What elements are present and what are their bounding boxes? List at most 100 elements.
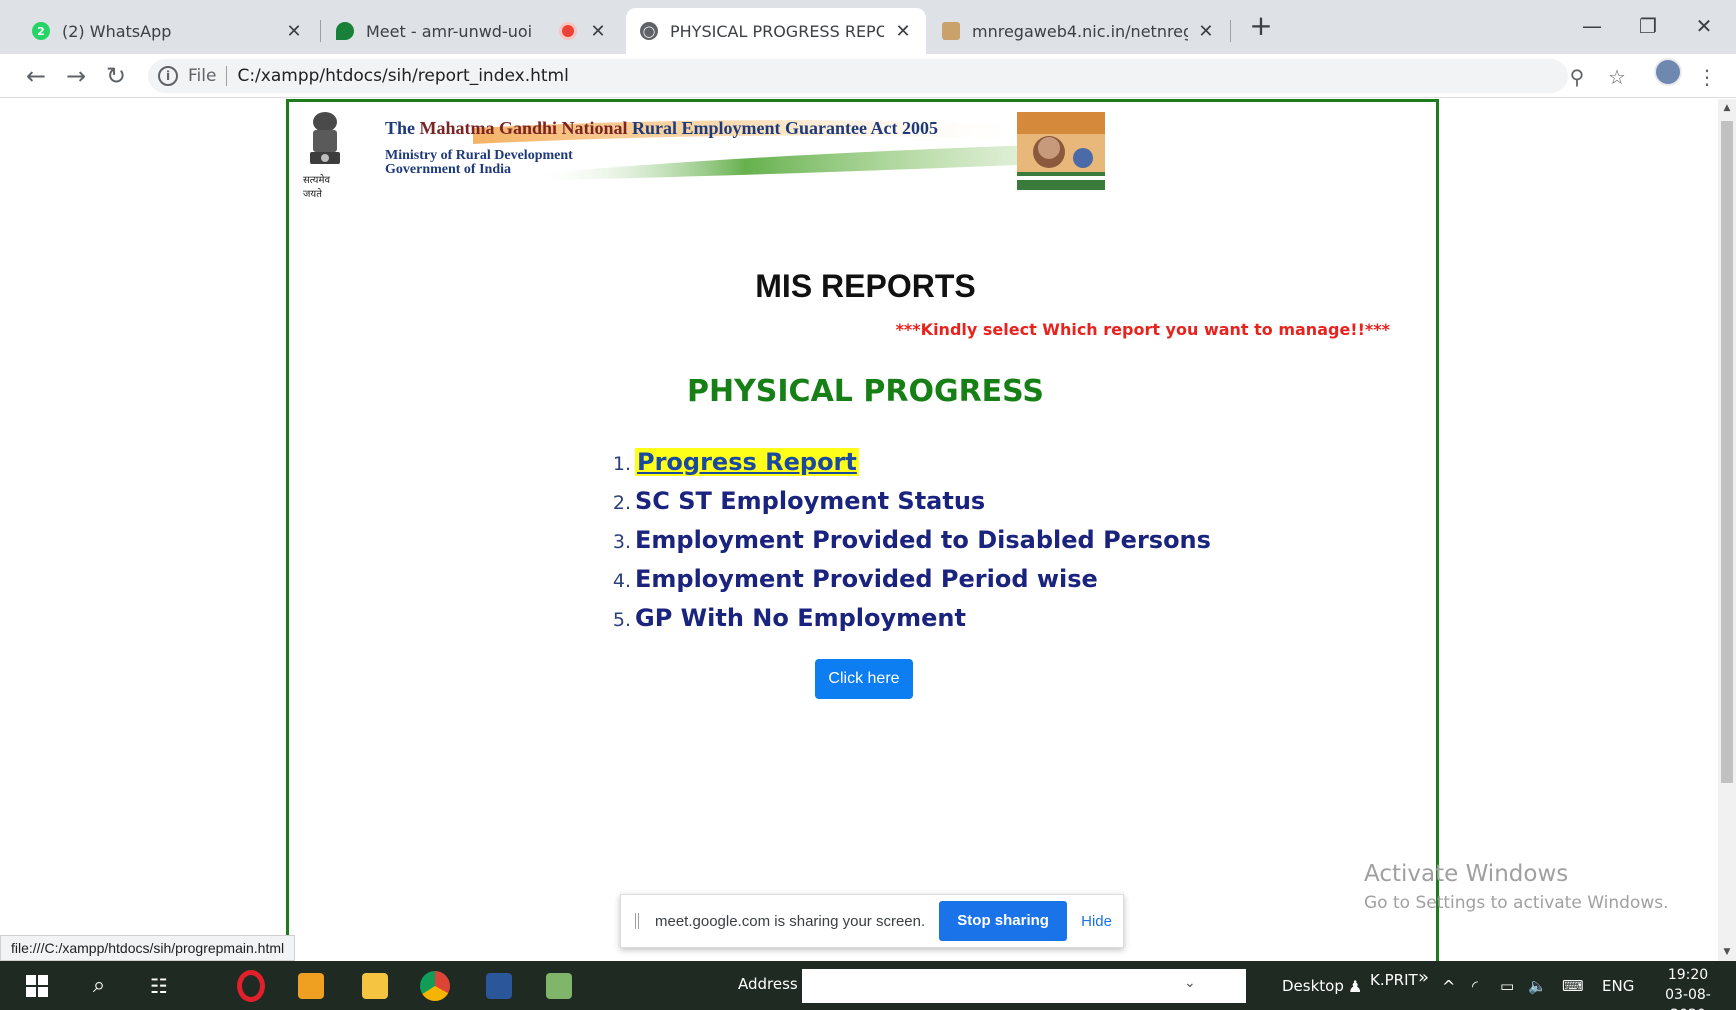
battery-icon[interactable]: ▭ bbox=[1500, 977, 1514, 995]
new-tab-button[interactable]: + bbox=[1246, 12, 1276, 42]
media-player-icon[interactable] bbox=[294, 961, 328, 1010]
taskbar-address-label: Address bbox=[738, 975, 798, 993]
info-icon[interactable]: i bbox=[158, 66, 178, 86]
hide-button[interactable]: Hide bbox=[1081, 913, 1112, 930]
search-icon[interactable]: ⌕ bbox=[84, 961, 114, 1010]
wifi-icon[interactable]: ◜ bbox=[1472, 977, 1478, 995]
user-icon: ♟ bbox=[1348, 977, 1363, 996]
tab-physical-progress[interactable]: ◯ PHYSICAL PROGRESS REPORT ✕ bbox=[626, 8, 926, 54]
click-here-button[interactable]: Click here bbox=[815, 659, 913, 699]
mis-reports-heading: MIS REPORTS bbox=[755, 268, 976, 304]
volume-icon[interactable]: 🔈 bbox=[1528, 977, 1547, 995]
scroll-up-icon[interactable]: ▲ bbox=[1718, 99, 1736, 117]
refresh-icon[interactable]: ↻ bbox=[1222, 972, 1237, 993]
share-message: meet.google.com is sharing your screen. bbox=[655, 912, 926, 930]
emblem-caption: सत्यमेव जयते bbox=[303, 175, 330, 200]
activate-windows-title: Activate Windows bbox=[1364, 861, 1569, 887]
notepad-icon[interactable] bbox=[542, 961, 576, 1010]
browser-toolbar: ← → ↻ i File C:/xampp/htdocs/sih/report_… bbox=[0, 54, 1736, 98]
minimize-icon[interactable]: — bbox=[1564, 8, 1620, 44]
disabled-persons-link[interactable]: Employment Provided to Disabled Persons bbox=[635, 526, 1211, 554]
scroll-down-icon[interactable]: ▼ bbox=[1718, 943, 1736, 961]
nrega-banner: सत्यमेव जयते The Mahatma Gandhi National… bbox=[303, 108, 1105, 200]
clock-date: 03-08-2020 bbox=[1665, 987, 1711, 1010]
opera-icon[interactable] bbox=[234, 961, 268, 1010]
tab-separator bbox=[320, 20, 321, 42]
tab-title: (2) WhatsApp bbox=[62, 21, 172, 41]
recording-icon bbox=[562, 25, 574, 37]
scrollbar-thumb[interactable] bbox=[1721, 121, 1733, 783]
tab-title: PHYSICAL PROGRESS REPORT bbox=[670, 21, 885, 41]
address-bar[interactable]: i File C:/xampp/htdocs/sih/report_index.… bbox=[148, 59, 1568, 93]
banner-title-suffix: Rural Employment Guarantee Act 2005 bbox=[627, 118, 939, 138]
tray-expand-icon[interactable]: ^ bbox=[1442, 977, 1455, 996]
file-explorer-icon[interactable] bbox=[358, 961, 392, 1010]
gandhi-logo-icon bbox=[1017, 112, 1105, 190]
taskbar-address-input[interactable] bbox=[802, 969, 1246, 1003]
banner-title-highlight: Mahatma Gandhi National bbox=[419, 118, 628, 138]
whatsapp-icon: 2 bbox=[32, 22, 50, 40]
report-item-disabled: 3. Employment Provided to Disabled Perso… bbox=[609, 526, 1211, 565]
back-arrow-icon[interactable]: ← bbox=[20, 60, 52, 92]
report-number: 1. bbox=[612, 453, 631, 475]
tab-separator bbox=[1230, 20, 1231, 42]
period-wise-link[interactable]: Employment Provided Period wise bbox=[635, 565, 1098, 593]
selection-notice: ***Kindly select Which report you want t… bbox=[895, 320, 1390, 339]
keyboard-icon[interactable]: ⌨ bbox=[1562, 977, 1584, 995]
report-item-period: 4. Employment Provided Period wise bbox=[609, 565, 1211, 604]
report-item-gp: 5. GP With No Employment bbox=[609, 604, 1211, 643]
vertical-scrollbar[interactable]: ▲ ▼ bbox=[1718, 99, 1736, 961]
restore-icon[interactable]: ❐ bbox=[1620, 8, 1676, 44]
close-icon[interactable]: ✕ bbox=[894, 21, 912, 42]
language-indicator[interactable]: ENG bbox=[1602, 977, 1634, 995]
banner-title: The Mahatma Gandhi National Rural Employ… bbox=[385, 118, 938, 139]
tab-title: Meet - amr-unwd-uoi bbox=[366, 21, 533, 41]
user-toolbar-label[interactable]: K.PRIT bbox=[1370, 971, 1418, 989]
report-list: 1. Progress Report 2. SC ST Employment S… bbox=[609, 448, 1211, 643]
banner-government: Government of India bbox=[385, 162, 511, 177]
task-view-icon[interactable]: ☷ bbox=[144, 961, 174, 1010]
screen-share-bar: meet.google.com is sharing your screen. … bbox=[620, 894, 1124, 948]
taskbar-clock[interactable]: 19:20 03-08-2020 bbox=[1648, 965, 1728, 1010]
banner-title-prefix: The bbox=[385, 118, 420, 138]
reload-icon[interactable]: ↻ bbox=[100, 60, 132, 92]
profile-avatar[interactable] bbox=[1654, 58, 1682, 86]
activate-windows-subtitle: Go to Settings to activate Windows. bbox=[1364, 893, 1669, 913]
menu-kebab-icon[interactable]: ⋮ bbox=[1694, 64, 1720, 90]
nrega-icon bbox=[942, 22, 960, 40]
toolbar-overflow-chevron[interactable]: » bbox=[1418, 967, 1429, 988]
stop-sharing-button[interactable]: Stop sharing bbox=[939, 901, 1068, 941]
zoom-icon[interactable]: ⚲ bbox=[1564, 64, 1590, 90]
chevron-down-icon[interactable]: ⌄ bbox=[1184, 975, 1196, 991]
tab-nrega[interactable]: mnregaweb4.nic.in/netnrega/MIS ✕ bbox=[928, 8, 1228, 54]
desktop-toolbar-label[interactable]: Desktop bbox=[1282, 977, 1344, 995]
close-icon[interactable]: ✕ bbox=[284, 21, 304, 42]
globe-icon: ◯ bbox=[640, 22, 658, 40]
close-icon[interactable]: ✕ bbox=[588, 21, 608, 42]
close-icon[interactable]: ✕ bbox=[1198, 21, 1214, 42]
physical-progress-heading: PHYSICAL PROGRESS bbox=[686, 374, 1045, 409]
page-viewport: सत्यमेव जयते The Mahatma Gandhi National… bbox=[0, 99, 1718, 961]
bookmark-star-icon[interactable]: ☆ bbox=[1604, 64, 1630, 90]
windows-taskbar: ⌕ ☷ Address ⌄ ↻ Desktop ♟ K.PRIT » ^ ◜ ▭… bbox=[0, 961, 1736, 1010]
word-icon[interactable] bbox=[482, 961, 516, 1010]
windows-start-icon[interactable] bbox=[22, 961, 52, 1010]
report-item-progress: 1. Progress Report bbox=[609, 448, 1211, 487]
report-number: 3. bbox=[612, 531, 631, 553]
address-divider bbox=[226, 66, 228, 86]
progress-report-link[interactable]: Progress Report bbox=[635, 448, 859, 476]
chrome-icon[interactable] bbox=[418, 961, 452, 1010]
address-scheme: File bbox=[188, 66, 217, 86]
report-number: 4. bbox=[612, 570, 631, 592]
address-url: C:/xampp/htdocs/sih/report_index.html bbox=[237, 66, 569, 86]
tab-whatsapp[interactable]: 2 (2) WhatsApp ✕ bbox=[18, 8, 318, 54]
sc-st-employment-link[interactable]: SC ST Employment Status bbox=[635, 487, 985, 515]
tab-meet[interactable]: Meet - amr-unwd-uoi ✕ bbox=[322, 8, 622, 54]
window-close-icon[interactable]: ✕ bbox=[1676, 8, 1732, 44]
tab-title: mnregaweb4.nic.in/netnrega/MIS bbox=[972, 21, 1188, 41]
page-frame: सत्यमेव जयते The Mahatma Gandhi National… bbox=[286, 99, 1439, 961]
gp-no-employment-link[interactable]: GP With No Employment bbox=[635, 604, 966, 632]
forward-arrow-icon[interactable]: → bbox=[60, 60, 92, 92]
drag-handle-icon[interactable] bbox=[635, 913, 639, 929]
browser-tab-bar: 2 (2) WhatsApp ✕ Meet - amr-unwd-uoi ✕ ◯… bbox=[0, 0, 1736, 54]
